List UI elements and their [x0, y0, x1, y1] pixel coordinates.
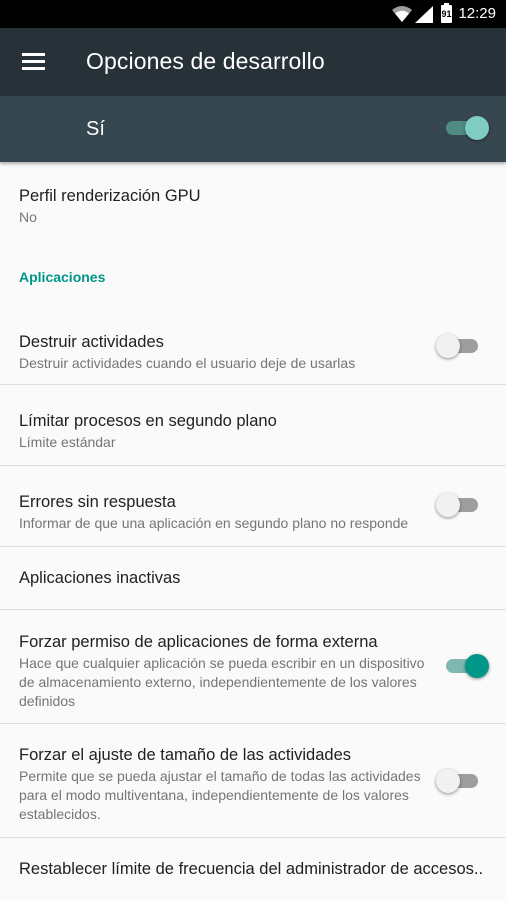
- item-title: Errores sin respuesta: [19, 493, 176, 511]
- list-item-limit-background-processes[interactable]: Límitar procesos en segundo plano Límite…: [0, 385, 506, 466]
- list-item-anr-errors[interactable]: Errores sin respuesta Informar de que un…: [0, 466, 506, 547]
- item-title: Forzar permiso de aplicaciones de forma …: [19, 633, 378, 651]
- item-title: Aplicaciones inactivas: [19, 569, 181, 587]
- toggle-thumb: [436, 493, 460, 517]
- master-switch-toggle[interactable]: [440, 113, 490, 143]
- wifi-icon: [392, 6, 412, 22]
- list-item-destroy-activities[interactable]: Destruir actividades Destruir actividade…: [0, 306, 506, 385]
- item-title: Destruir actividades: [19, 333, 164, 351]
- list-item-gpu-profile[interactable]: Perfil renderización GPU No: [0, 162, 506, 238]
- hamburger-menu-icon[interactable]: [22, 53, 45, 71]
- item-summary: Permite que se pueda ajustar el tamaño d…: [19, 768, 421, 822]
- toggle-thumb: [465, 116, 489, 140]
- item-summary: Informar de que una aplicación en segund…: [19, 515, 409, 531]
- anr-errors-toggle[interactable]: [436, 490, 486, 520]
- list-item-inactive-apps[interactable]: Aplicaciones inactivas: [0, 547, 506, 610]
- master-switch-label: Sí: [86, 118, 105, 140]
- item-summary: No: [19, 209, 37, 225]
- app-bar: Opciones de desarrollo: [0, 28, 506, 96]
- status-time: 12:29: [458, 5, 496, 22]
- item-title: Perfil renderización GPU: [19, 187, 201, 205]
- status-bar: 91 12:29: [0, 0, 506, 28]
- toggle-thumb: [436, 334, 460, 358]
- list-item-reset-shortcut-rate-limit[interactable]: Restablecer límite de frecuencia del adm…: [0, 838, 506, 900]
- force-external-storage-toggle[interactable]: [440, 651, 490, 681]
- list-item-force-resizable-activities[interactable]: Forzar el ajuste de tamaño de las activi…: [0, 724, 506, 838]
- settings-list: Perfil renderización GPU No Aplicaciones…: [0, 162, 506, 900]
- item-summary: Destruir actividades cuando el usuario d…: [19, 355, 356, 371]
- category-header: Aplicaciones: [0, 238, 506, 306]
- category-title: Aplicaciones: [19, 269, 106, 285]
- item-title: Restablecer límite de frecuencia del adm…: [19, 860, 484, 878]
- toggle-thumb: [465, 654, 489, 678]
- battery-level: 91: [441, 9, 452, 19]
- battery-icon: 91: [441, 3, 452, 23]
- master-switch-bar[interactable]: Sí: [0, 96, 506, 162]
- list-item-force-external-storage[interactable]: Forzar permiso de aplicaciones de forma …: [0, 610, 506, 724]
- item-title: Límitar procesos en segundo plano: [19, 412, 277, 430]
- item-summary: Límite estándar: [19, 434, 116, 450]
- signal-icon: [415, 6, 433, 23]
- page-title: Opciones de desarrollo: [86, 48, 325, 74]
- destroy-activities-toggle[interactable]: [436, 331, 486, 361]
- toggle-thumb: [436, 769, 460, 793]
- item-title: Forzar el ajuste de tamaño de las activi…: [19, 746, 352, 764]
- item-summary: Hace que cualquier aplicación se pueda e…: [19, 655, 425, 709]
- force-resizable-toggle[interactable]: [436, 766, 486, 796]
